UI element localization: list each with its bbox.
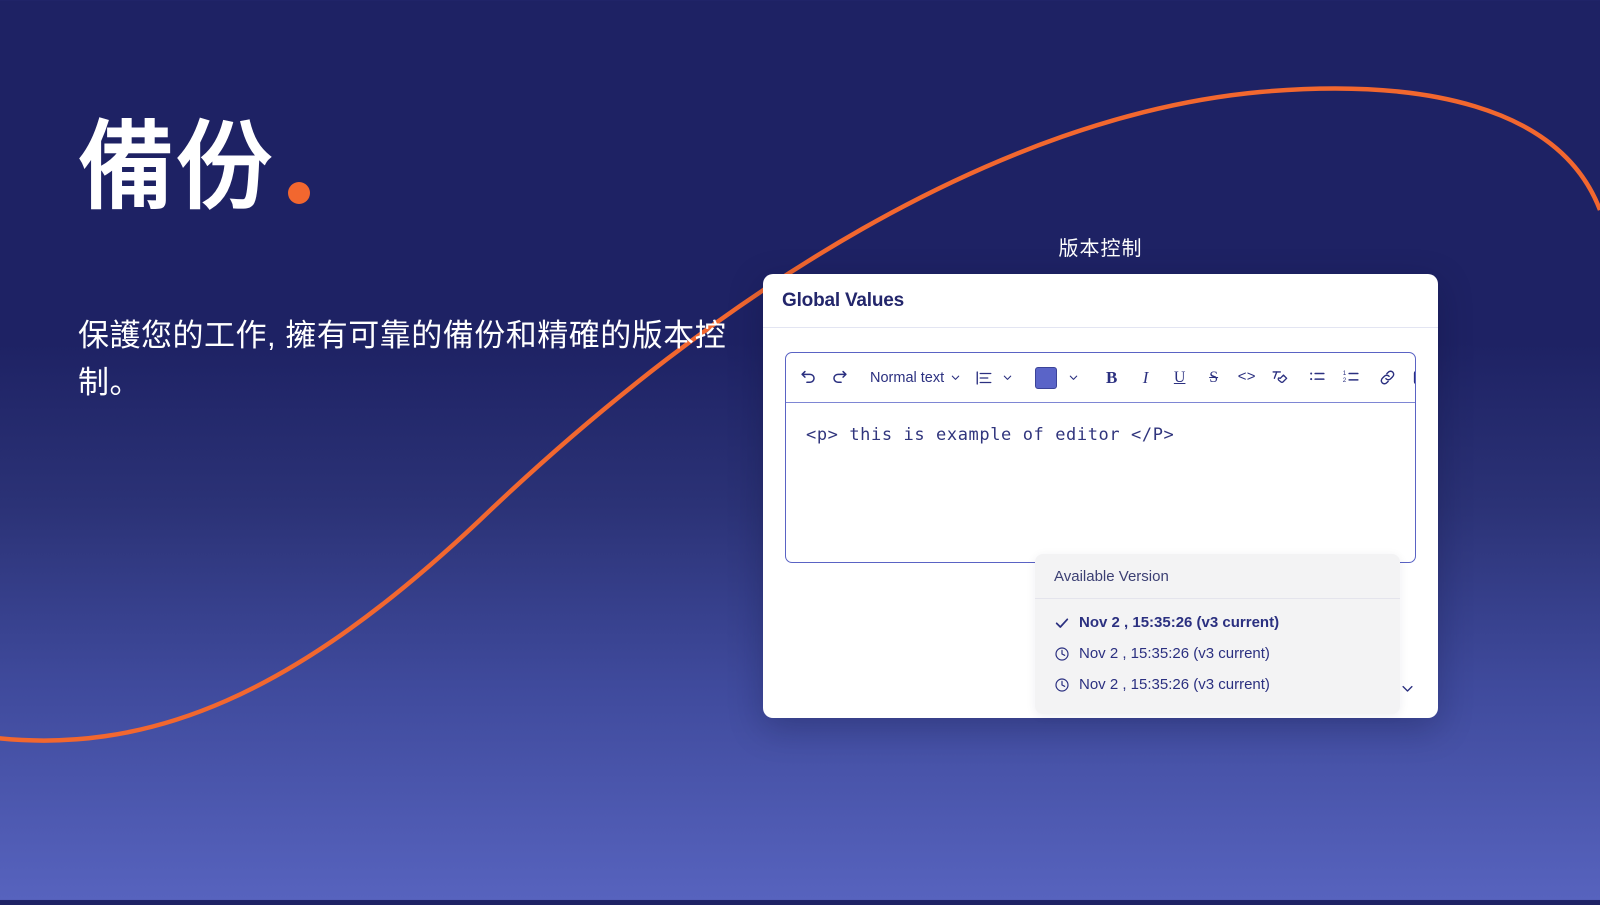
chevron-down-icon bbox=[1069, 375, 1078, 380]
clock-icon bbox=[1055, 677, 1069, 692]
list-item[interactable]: Nov 2 , 15:35:26 (v3 current) bbox=[1035, 607, 1400, 638]
align-left-icon bbox=[976, 370, 992, 385]
card-header: Global Values bbox=[763, 274, 1438, 328]
chevron-down-icon bbox=[1003, 375, 1012, 380]
card-title: Global Values bbox=[782, 289, 905, 311]
clear-formatting-icon bbox=[1272, 371, 1288, 383]
accent-dot-icon bbox=[288, 182, 310, 204]
numbered-list-button[interactable]: 1 2 bbox=[1339, 363, 1364, 393]
hero-subtitle: 保護您的工作, 擁有可靠的備份和精確的版本控制。 bbox=[78, 318, 727, 401]
svg-text:1: 1 bbox=[1343, 370, 1347, 377]
redo-button[interactable] bbox=[827, 363, 852, 393]
bullet-list-icon bbox=[1310, 372, 1325, 381]
version-label: Nov 2 , 15:35:26 (v3 current) bbox=[1079, 676, 1270, 693]
global-values-card: Global Values Normal text B I U S <> 1 2… bbox=[763, 274, 1438, 718]
image-icon bbox=[1414, 371, 1415, 384]
text-align-dropdown[interactable] bbox=[975, 369, 1013, 387]
hero-section: 備份 保護您的工作, 擁有可靠的備份和精確的版本控制。 bbox=[78, 120, 778, 406]
rich-text-editor: Normal text B I U S <> 1 2 <p> this is e… bbox=[785, 352, 1416, 563]
editor-toolbar: Normal text B I U S <> 1 2 bbox=[786, 353, 1415, 403]
chevron-down-icon[interactable] bbox=[1400, 681, 1415, 696]
version-list: Nov 2 , 15:35:26 (v3 current) Nov 2 , 15… bbox=[1035, 599, 1400, 714]
version-label: Nov 2 , 15:35:26 (v3 current) bbox=[1079, 645, 1270, 662]
card-caption: 版本控制 bbox=[1058, 238, 1143, 260]
strikethrough-button[interactable]: S bbox=[1201, 363, 1226, 393]
bold-button[interactable]: B bbox=[1099, 363, 1124, 393]
version-dropdown-header: Available Version bbox=[1035, 554, 1400, 599]
insert-image-button[interactable] bbox=[1409, 363, 1415, 393]
hero-title-text: 備份 bbox=[78, 114, 274, 221]
undo-button[interactable] bbox=[796, 363, 821, 393]
editor-content[interactable]: <p> this is example of editor </P> bbox=[786, 403, 1415, 562]
numbered-list-icon: 1 2 bbox=[1343, 370, 1359, 384]
color-swatch-icon bbox=[1035, 366, 1058, 389]
italic-button[interactable]: I bbox=[1133, 363, 1158, 393]
link-button[interactable] bbox=[1375, 363, 1400, 393]
clock-icon bbox=[1055, 646, 1069, 661]
inline-code-button[interactable]: <> bbox=[1234, 363, 1259, 393]
svg-text:2: 2 bbox=[1343, 377, 1347, 384]
page-title: 備份 bbox=[78, 120, 778, 216]
text-color-picker[interactable] bbox=[1035, 366, 1079, 389]
redo-icon bbox=[833, 370, 847, 384]
card-body: Normal text B I U S <> 1 2 <p> this is e… bbox=[763, 328, 1438, 714]
check-icon bbox=[1055, 617, 1069, 628]
text-style-label: Normal text bbox=[870, 369, 945, 386]
text-style-dropdown[interactable]: Normal text bbox=[860, 370, 961, 386]
chevron-down-icon bbox=[951, 375, 960, 380]
undo-icon bbox=[801, 370, 815, 384]
version-dropdown-panel: Available Version Nov 2 , 15:35:26 (v3 c… bbox=[1035, 554, 1400, 714]
version-label: Nov 2 , 15:35:26 (v3 current) bbox=[1079, 614, 1280, 631]
list-item[interactable]: Nov 2 , 15:35:26 (v3 current) bbox=[1035, 638, 1400, 669]
link-icon bbox=[1380, 370, 1395, 385]
underline-button[interactable]: U bbox=[1167, 363, 1192, 393]
list-item[interactable]: Nov 2 , 15:35:26 (v3 current) bbox=[1035, 669, 1400, 700]
clear-formatting-button[interactable] bbox=[1267, 363, 1292, 393]
bullet-list-button[interactable] bbox=[1305, 363, 1330, 393]
